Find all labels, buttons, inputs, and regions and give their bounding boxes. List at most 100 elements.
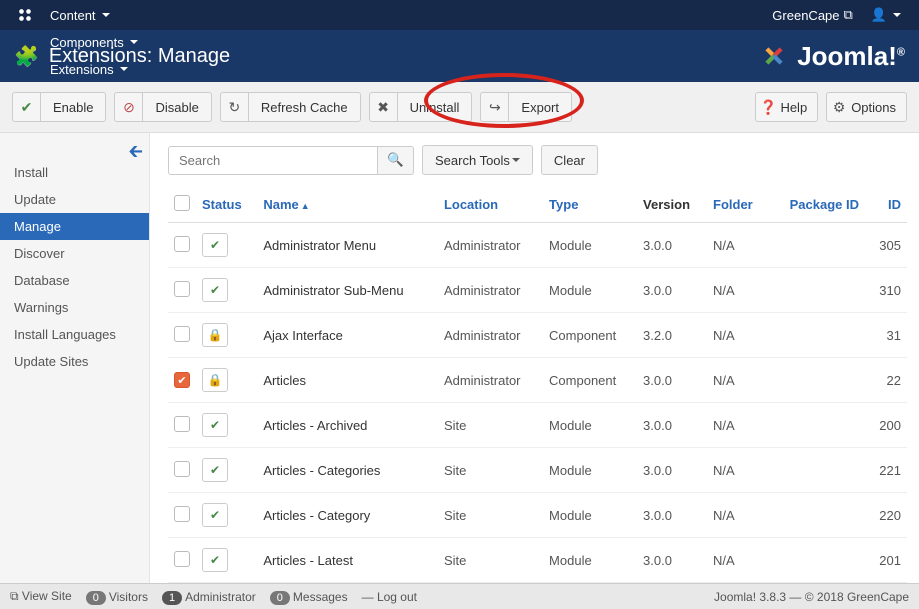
cell-pkgid bbox=[768, 223, 865, 268]
search-button[interactable]: 🔍 bbox=[378, 146, 414, 175]
cell-type: Module bbox=[543, 538, 637, 583]
sidebar-item-update[interactable]: Update bbox=[0, 186, 149, 213]
cell-location: Site bbox=[438, 448, 543, 493]
sidebar-item-install[interactable]: Install bbox=[0, 159, 149, 186]
table-row: ✔Administrator Sub-MenuAdministratorModu… bbox=[168, 268, 907, 313]
cell-name: Articles - Archived bbox=[257, 403, 438, 448]
row-checkbox[interactable] bbox=[174, 236, 190, 252]
user-icon: 👤 bbox=[871, 7, 887, 23]
cancel-icon: ⊘ bbox=[115, 93, 143, 121]
col-pkgid[interactable]: Package ID bbox=[768, 187, 865, 223]
cell-location: Administrator bbox=[438, 223, 543, 268]
table-row: ✔ Articles - CategoriesSiteModule3.0.0N/A… bbox=[168, 448, 907, 493]
joomla-icon[interactable] bbox=[10, 2, 40, 28]
sidebar-item-database[interactable]: Database bbox=[0, 267, 149, 294]
table-row: ✔Articles - ArchivedSiteModule3.0.0N/A20… bbox=[168, 403, 907, 448]
status-toggle[interactable]: ✔ bbox=[202, 503, 228, 527]
disable-button[interactable]: ⊘Disable bbox=[114, 92, 211, 122]
cell-type: Module bbox=[543, 493, 637, 538]
cell-version: 3.0.0 bbox=[637, 448, 707, 493]
cell-location: Site bbox=[438, 493, 543, 538]
cell-version: 3.0.0 bbox=[637, 358, 707, 403]
cell-location: Administrator bbox=[438, 268, 543, 313]
cell-version: 3.0.0 bbox=[637, 403, 707, 448]
status-toggle[interactable]: 🔒 bbox=[202, 323, 228, 347]
site-link[interactable]: GreenCape ⧉ bbox=[764, 1, 861, 29]
filter-bar: 🔍 Search Tools Clear bbox=[168, 145, 907, 175]
status-toggle[interactable]: ✔ bbox=[202, 233, 228, 257]
logout-link[interactable]: — Log out bbox=[362, 590, 417, 604]
view-site-link[interactable]: ⧉ View Site bbox=[10, 589, 72, 604]
cell-location: Administrator bbox=[438, 313, 543, 358]
user-menu[interactable]: 👤 bbox=[863, 1, 909, 29]
select-all-checkbox[interactable] bbox=[174, 195, 190, 211]
clear-button[interactable]: Clear bbox=[541, 145, 598, 175]
status-toggle[interactable]: ✔ bbox=[202, 413, 228, 437]
messages-counter[interactable]: 0Messages bbox=[270, 590, 348, 604]
cell-pkgid bbox=[768, 313, 865, 358]
row-checkbox[interactable]: ✔ bbox=[174, 372, 190, 388]
cell-location: Site bbox=[438, 538, 543, 583]
sidebar-item-discover[interactable]: Discover bbox=[0, 240, 149, 267]
col-type[interactable]: Type bbox=[543, 187, 637, 223]
col-id[interactable]: ID bbox=[865, 187, 907, 223]
content-area: 🔍 Search Tools Clear Status Name▲ Locati… bbox=[150, 133, 919, 583]
cell-folder: N/A bbox=[707, 538, 768, 583]
search-icon: 🔍 bbox=[387, 152, 404, 167]
cell-folder: N/A bbox=[707, 313, 768, 358]
options-button[interactable]: ⚙Options bbox=[826, 92, 907, 122]
cell-location: Site bbox=[438, 403, 543, 448]
top-navbar: System Users Menus Content Components Ex… bbox=[0, 0, 919, 30]
cell-pkgid bbox=[768, 538, 865, 583]
refresh-button[interactable]: ↻Refresh Cache bbox=[220, 92, 361, 122]
search-tools-button[interactable]: Search Tools bbox=[422, 145, 533, 175]
check-icon: ✔ bbox=[13, 93, 41, 121]
col-folder[interactable]: Folder bbox=[707, 187, 768, 223]
cell-pkgid bbox=[768, 358, 865, 403]
status-toggle[interactable]: ✔ bbox=[202, 458, 228, 482]
cell-id: 200 bbox=[865, 403, 907, 448]
collapse-sidebar-icon[interactable]: 🡰 bbox=[128, 139, 143, 169]
col-status[interactable]: Status bbox=[196, 187, 257, 223]
nav-content[interactable]: Content bbox=[42, 2, 146, 29]
sidebar-item-update-sites[interactable]: Update Sites bbox=[0, 348, 149, 375]
cell-folder: N/A bbox=[707, 358, 768, 403]
col-name[interactable]: Name▲ bbox=[257, 187, 438, 223]
cell-name: Articles - Category bbox=[257, 493, 438, 538]
cell-type: Module bbox=[543, 448, 637, 493]
cell-version: 3.0.0 bbox=[637, 268, 707, 313]
table-row: ✔Articles - LatestSiteModule3.0.0N/A201 bbox=[168, 538, 907, 583]
status-toggle[interactable]: ✔ bbox=[202, 278, 228, 302]
sidebar-item-install-languages[interactable]: Install Languages bbox=[0, 321, 149, 348]
col-location[interactable]: Location bbox=[438, 187, 543, 223]
sidebar-item-manage[interactable]: Manage bbox=[0, 213, 149, 240]
admin-counter[interactable]: 1Administrator bbox=[162, 590, 256, 604]
help-button[interactable]: ❓Help bbox=[755, 92, 818, 122]
table-row: ✔Articles - CategorySiteModule3.0.0N/A22… bbox=[168, 493, 907, 538]
row-checkbox[interactable] bbox=[174, 416, 190, 432]
cell-location: Administrator bbox=[438, 358, 543, 403]
row-checkbox[interactable] bbox=[174, 461, 190, 477]
table-row: ✔🔒ArticlesAdministratorComponent3.0.0N/A… bbox=[168, 358, 907, 403]
export-button[interactable]: ↪Export bbox=[480, 92, 572, 122]
row-checkbox[interactable] bbox=[174, 551, 190, 567]
cell-name: Articles - Categories bbox=[257, 448, 438, 493]
cell-folder: N/A bbox=[707, 448, 768, 493]
status-toggle[interactable]: ✔ bbox=[202, 548, 228, 572]
cell-pkgid bbox=[768, 493, 865, 538]
cell-id: 221 bbox=[865, 448, 907, 493]
cell-id: 201 bbox=[865, 538, 907, 583]
toolbar: ✔Enable ⊘Disable ↻Refresh Cache ✖Uninsta… bbox=[0, 82, 919, 133]
row-checkbox[interactable] bbox=[174, 506, 190, 522]
visitors-counter[interactable]: 0Visitors bbox=[86, 590, 148, 604]
status-toggle[interactable]: 🔒 bbox=[202, 368, 228, 392]
cell-type: Module bbox=[543, 223, 637, 268]
row-checkbox[interactable] bbox=[174, 326, 190, 342]
enable-button[interactable]: ✔Enable bbox=[12, 92, 106, 122]
search-input[interactable] bbox=[168, 146, 378, 175]
share-icon: ↪ bbox=[481, 93, 509, 121]
cell-type: Component bbox=[543, 313, 637, 358]
sidebar-item-warnings[interactable]: Warnings bbox=[0, 294, 149, 321]
uninstall-button[interactable]: ✖Uninstall bbox=[369, 92, 473, 122]
row-checkbox[interactable] bbox=[174, 281, 190, 297]
